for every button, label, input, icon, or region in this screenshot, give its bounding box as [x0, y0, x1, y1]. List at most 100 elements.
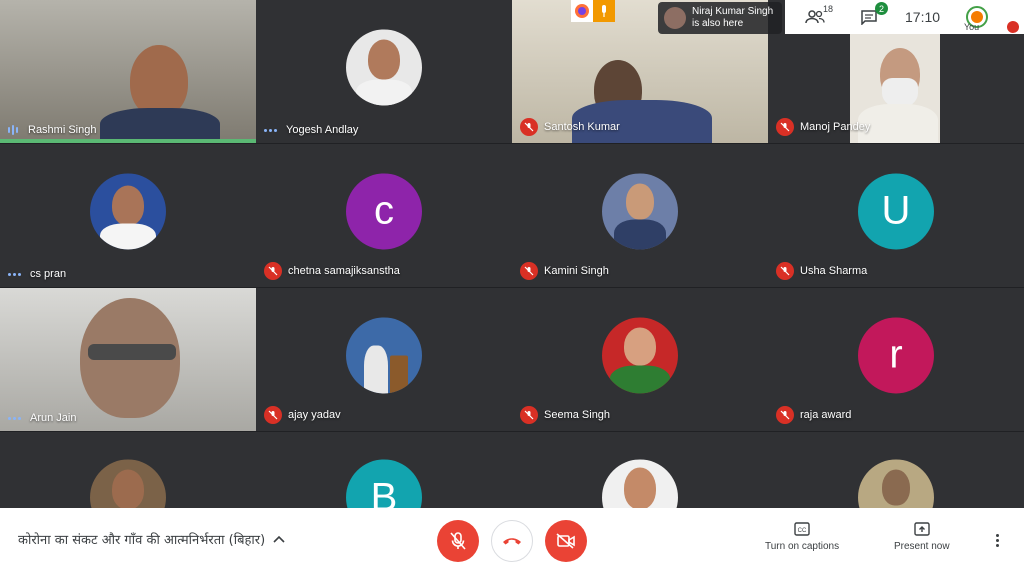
present-screen-icon: [914, 522, 930, 536]
participant-avatar: r: [858, 316, 934, 393]
chat-button[interactable]: 2: [857, 2, 888, 29]
active-speaker-bar: [0, 139, 256, 143]
participant-tile[interactable]: c chetna samajiksanstha: [256, 144, 512, 287]
mic-off-icon: [450, 532, 466, 550]
leave-call-button[interactable]: [491, 520, 533, 562]
people-button[interactable]: 18: [803, 4, 833, 29]
avatar-initial: r: [889, 332, 903, 377]
people-count: 18: [822, 4, 833, 14]
mic-off-icon: [776, 406, 794, 424]
bottom-control-bar: कोरोना का संकट और गाँव की आत्मनिर्भरता (…: [0, 508, 1024, 575]
participant-tile[interactable]: Seema Singh: [512, 288, 768, 431]
participant-tile[interactable]: Arun Jain: [0, 288, 256, 431]
meeting-title: कोरोना का संकट और गाँव की आत्मनिर्भरता (…: [18, 533, 266, 548]
firefox-icon: [571, 0, 593, 22]
participant-tile[interactable]: Rashmi Singh: [0, 0, 256, 143]
participant-avatar: [602, 172, 678, 249]
self-mic-off-icon: [1007, 21, 1019, 33]
participant-tile[interactable]: [512, 432, 768, 508]
participant-name: raja award: [800, 409, 852, 421]
participant-name-row: Yogesh Andlay: [264, 124, 358, 136]
also-here-text: is also here: [692, 18, 744, 29]
microphone-toggle-button[interactable]: [437, 520, 479, 562]
participant-tile[interactable]: [768, 432, 1024, 508]
mic-off-icon: [776, 118, 794, 136]
participant-name-row: Santosh Kumar: [520, 118, 620, 136]
participant-name: Yogesh Andlay: [286, 124, 359, 136]
participant-avatar: [346, 28, 422, 105]
person-face: [130, 45, 188, 117]
captions-label: Turn on captions: [765, 541, 840, 552]
more-options-icon: [264, 128, 280, 132]
present-now-button[interactable]: Present now: [894, 522, 950, 552]
more-options-icon: [8, 416, 24, 420]
avatar: [664, 7, 686, 29]
participant-name-row: Rashmi Singh: [8, 124, 96, 136]
participant-avatar: [858, 459, 934, 508]
participant-grid: Rashmi Singh Yogesh Andlay Santosh Kumar…: [0, 0, 1024, 508]
participant-avatar: [602, 316, 678, 393]
clock: 17:10: [905, 9, 941, 25]
camera-toggle-button[interactable]: [545, 520, 587, 562]
participant-tile[interactable]: r raja award: [768, 288, 1024, 431]
participant-name-row: Manoj Pandey: [776, 118, 870, 136]
also-here-name: Niraj Kumar Singh: [692, 6, 774, 17]
participant-avatar: U: [858, 172, 934, 249]
mic-off-icon: [776, 262, 794, 280]
participant-name: Usha Sharma: [800, 265, 868, 277]
svg-text:CC: CC: [798, 528, 807, 534]
captions-button[interactable]: CC Turn on captions: [765, 522, 839, 552]
participant-name: Kamini Singh: [544, 265, 609, 277]
avatar-initial: U: [881, 188, 911, 233]
present-label: Present now: [894, 541, 950, 552]
participant-name-row: Usha Sharma: [776, 262, 867, 280]
browser-indicator-icons: [571, 0, 615, 22]
participant-name-row: Kamini Singh: [520, 262, 609, 280]
participant-name-row: raja award: [776, 406, 851, 424]
participant-name: Arun Jain: [30, 412, 77, 424]
speaking-indicator-icon: [8, 125, 22, 135]
participant-tile[interactable]: Kamini Singh: [512, 144, 768, 287]
mic-in-use-icon: [593, 0, 615, 22]
participant-tile[interactable]: cs pran: [0, 144, 256, 287]
avatar-initial: c: [374, 188, 394, 233]
participant-name: Santosh Kumar: [544, 121, 620, 133]
hang-up-icon: [503, 538, 521, 545]
participant-name-row: cs pran: [8, 268, 66, 280]
participant-tile[interactable]: Yogesh Andlay: [256, 0, 512, 143]
participant-name: cs pran: [30, 268, 67, 280]
more-options-icon: [8, 272, 24, 276]
chat-count-badge: 2: [875, 2, 888, 15]
mic-off-icon: [520, 406, 538, 424]
participant-avatar: [346, 316, 422, 393]
you-label: You: [964, 22, 980, 32]
participant-name: Manoj Pandey: [800, 121, 871, 133]
more-options-icon[interactable]: [996, 534, 999, 547]
mic-off-icon: [520, 118, 538, 136]
mic-off-icon: [520, 262, 538, 280]
participant-avatar: B: [346, 459, 422, 508]
participant-avatar: c: [346, 172, 422, 249]
meeting-details-toggle[interactable]: कोरोना का संकट और गाँव की आत्मनिर्भरता (…: [18, 530, 285, 548]
chevron-up-icon: [273, 535, 285, 543]
participant-name-row: Seema Singh: [520, 406, 610, 424]
participant-name: chetna samajiksanstha: [288, 265, 400, 277]
participant-name-row: ajay yadav: [264, 406, 341, 424]
participant-tile[interactable]: ajay yadav: [256, 288, 512, 431]
participant-tile[interactable]: [0, 432, 256, 508]
glasses: [88, 344, 176, 360]
participant-tile[interactable]: U Usha Sharma: [768, 144, 1024, 287]
person-body: [100, 108, 220, 143]
participant-name-row: Arun Jain: [8, 412, 76, 424]
participant-avatar: [90, 172, 166, 249]
camera-off-icon: [556, 533, 575, 549]
participant-avatar: [602, 459, 678, 508]
avatar-initial: B: [370, 474, 398, 508]
closed-captions-icon: CC: [794, 522, 810, 536]
mic-off-icon: [264, 262, 282, 280]
participant-name: Seema Singh: [544, 409, 611, 421]
participant-tile[interactable]: B: [256, 432, 512, 508]
mic-off-icon: [264, 406, 282, 424]
participant-name-row: chetna samajiksanstha: [264, 262, 400, 280]
participant-avatar: [90, 459, 166, 508]
